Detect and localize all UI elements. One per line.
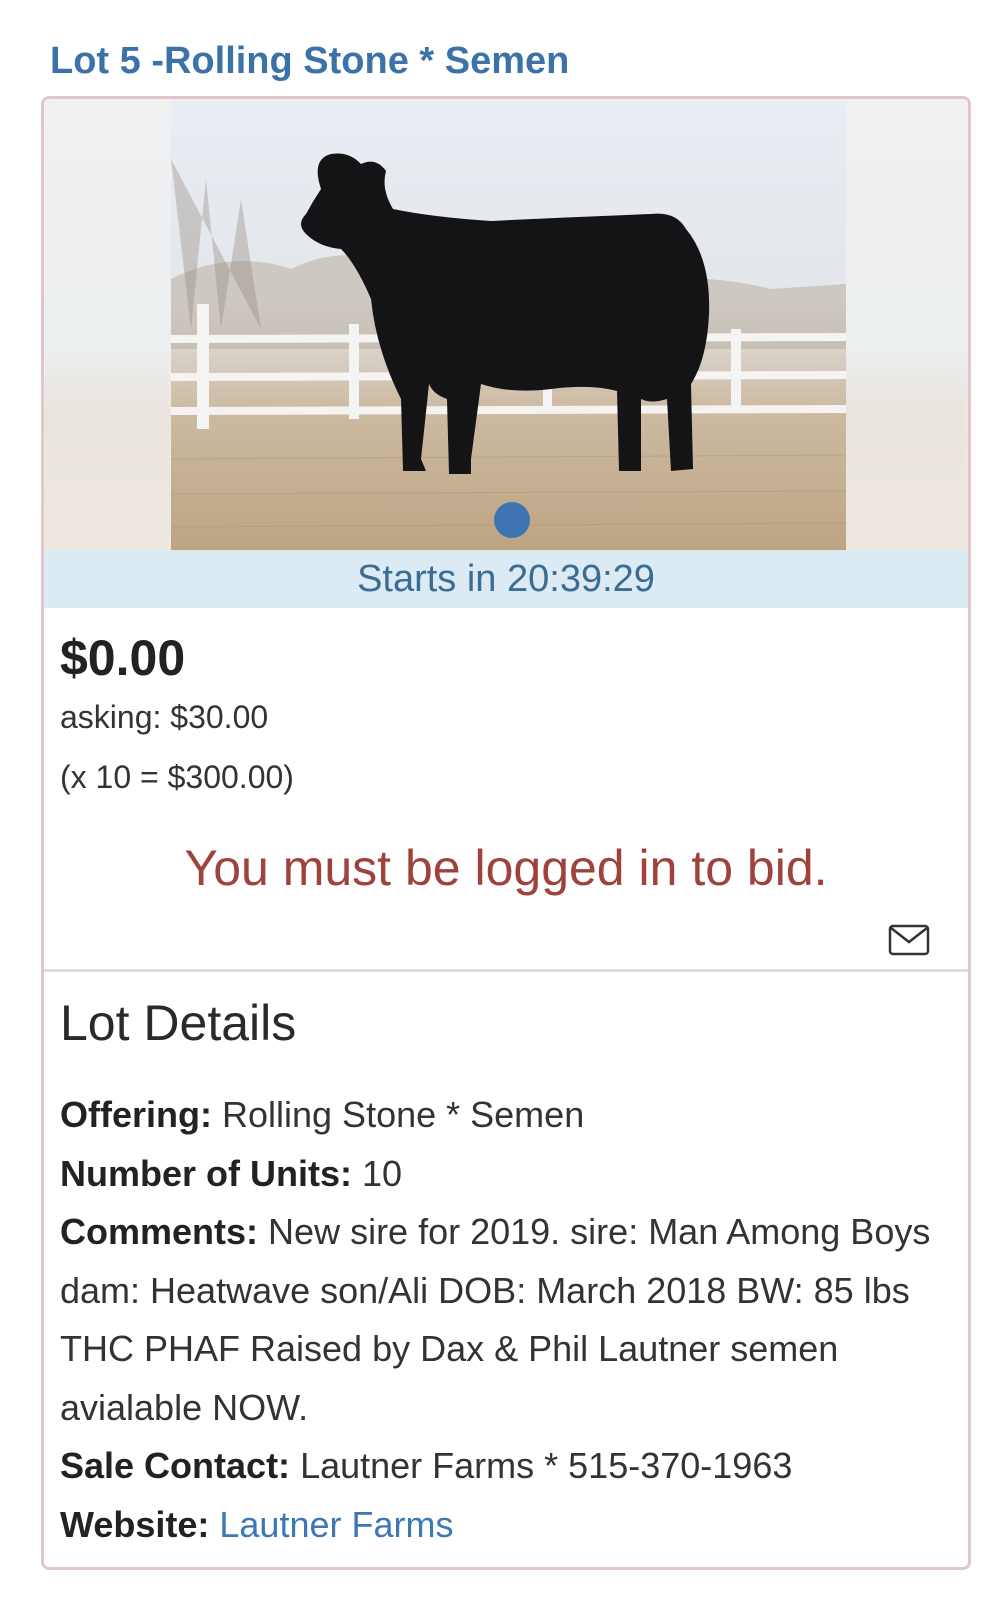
photo-carousel[interactable] [44,99,968,550]
lot-card: Starts in 20:39:29 $0.00 asking: $30.00 … [41,96,971,1570]
offering-value: Rolling Stone * Semen [222,1094,585,1135]
contact-row: Sale Contact: Lautner Farms * 515-370-19… [60,1437,940,1496]
units-value: 10 [362,1152,403,1194]
carousel-dot-icon[interactable] [494,502,530,538]
website-row: Website: Lautner Farms [60,1496,940,1555]
offering-label: Offering: [60,1094,212,1135]
comments-row: Comments: New sire for 2019. sire: Man A… [60,1203,940,1437]
lot-details-heading: Lot Details [60,995,297,1051]
units-label: Number of Units: [60,1152,352,1194]
section-divider [44,969,968,972]
current-price: $0.00 [60,630,186,686]
website-label: Website: [60,1503,210,1545]
photo-backdrop-left [44,99,171,550]
units-row: Number of Units: 10 [60,1145,940,1204]
offering-row: Offering: Rolling Stone * Semen [60,1086,940,1145]
total-multiplier: (x 10 = $300.00) [60,759,294,795]
contact-value: Lautner Farms * 515-370-1963 [300,1445,793,1486]
contact-label: Sale Contact: [60,1445,291,1486]
website-link[interactable]: Lautner Farms [219,1504,453,1545]
comments-label: Comments: [60,1211,259,1252]
lot-title[interactable]: Lot 5 -Rolling Stone * Semen [50,40,569,83]
lot-photo[interactable] [171,99,846,550]
lot-details-body: Offering: Rolling Stone * Semen Number o… [60,1086,940,1554]
starts-countdown: Starts in 20:39:29 [44,550,968,608]
login-required-message: You must be logged in to bid. [184,840,828,896]
photo-backdrop-right [841,99,968,550]
asking-price: asking: $30.00 [60,699,269,735]
mail-icon[interactable] [888,923,930,957]
